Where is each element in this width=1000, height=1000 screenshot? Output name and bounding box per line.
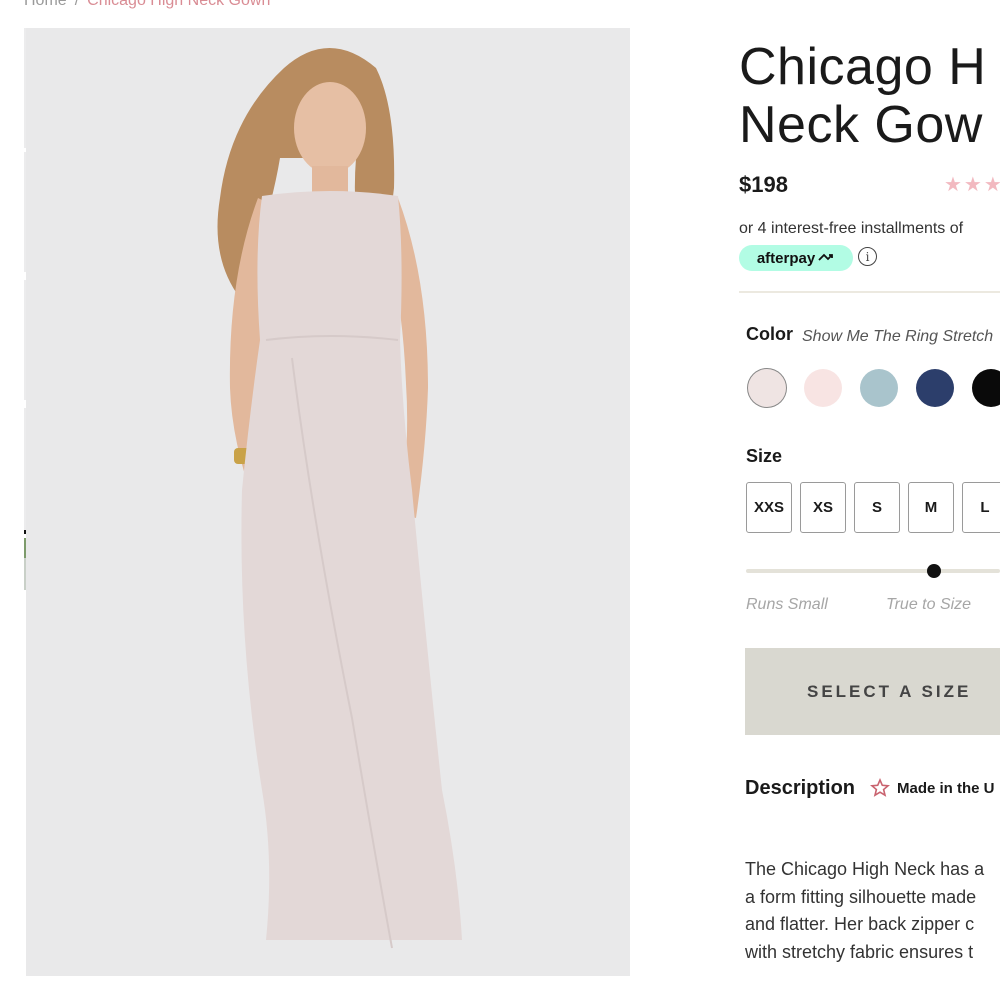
fit-label-true-to-size: True to Size [886,596,972,613]
star-outline-icon [870,778,890,797]
color-label: Color [746,324,793,344]
description-line: with stretchy fabric ensures t [745,941,974,962]
description-line: and flatter. Her back zipper c [745,914,975,934]
size-option-s[interactable]: S [854,482,900,533]
product-title: Chicago H Neck Gow [739,38,986,154]
description-line: a form fitting silhouette made [745,886,977,907]
size-option-xxs[interactable]: XXS [746,482,792,533]
fit-label-runs-small: Runs Small [746,596,828,613]
breadcrumb-current[interactable]: Chicago High Neck Gown [87,0,270,9]
description-text: The Chicago High Neck has a a form fitti… [745,856,1000,966]
breadcrumb-home-link[interactable]: Home [24,0,67,9]
size-option-xs[interactable]: XS [800,482,846,533]
main-product-image[interactable] [26,28,630,976]
gown-model-image [26,28,630,976]
fit-scale-indicator [926,564,941,578]
size-option-m[interactable]: M [908,482,954,533]
info-icon[interactable]: i [858,247,877,266]
color-swatch-black[interactable] [972,369,1000,407]
color-swatch-show-me-the-ring[interactable] [748,369,786,407]
color-swatch-dusty-blue[interactable] [860,369,898,407]
color-swatch-navy[interactable] [916,369,954,407]
description-line: The Chicago High Neck has a [745,859,985,879]
rating-stars[interactable]: ★★★ [944,172,1000,197]
afterpay-badge[interactable]: afterpay [739,245,853,271]
product-title-line-2: Neck Gow [739,96,983,154]
description-heading[interactable]: Description [745,777,855,800]
afterpay-loop-arrow-icon [818,253,834,261]
made-in-usa-label: Made in the U [897,780,995,797]
afterpay-label: afterpay [756,249,816,267]
installments-text: or 4 interest-free installments of [739,220,964,237]
fit-scale-track [746,569,1000,573]
product-price: $198 [739,172,788,197]
select-a-size-button[interactable]: SELECT A SIZE [745,648,1000,735]
divider [739,291,1000,293]
color-swatch-blush[interactable] [804,369,842,407]
breadcrumb: Home / Chicago High Neck Gown [24,0,270,10]
selected-color-name: Show Me The Ring Stretch [802,328,994,345]
size-label: Size [746,446,783,466]
product-title-line-1: Chicago H [739,38,987,96]
breadcrumb-separator: / [74,0,80,9]
size-option-l[interactable]: L [962,482,1000,533]
